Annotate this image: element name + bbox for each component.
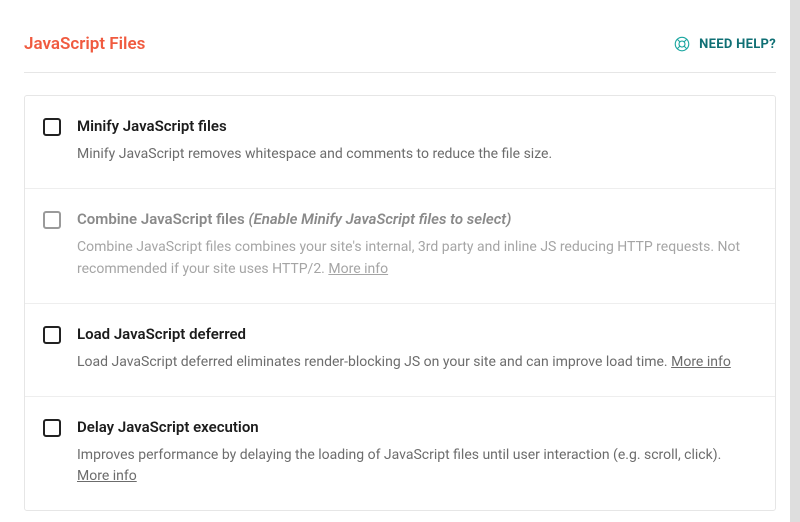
option-defer-js: Load JavaScript deferred Load JavaScript… (25, 304, 775, 397)
options-panel: Minify JavaScript files Minify JavaScrip… (24, 95, 776, 511)
section-title: JavaScript Files (24, 34, 145, 54)
option-combine-js: Combine JavaScript files (Enable Minify … (25, 189, 775, 304)
minify-js-checkbox[interactable] (43, 118, 61, 136)
delay-js-checkbox[interactable] (43, 419, 61, 437)
more-info-link[interactable]: More info (77, 468, 137, 484)
option-minify-js: Minify JavaScript files Minify JavaScrip… (25, 96, 775, 189)
need-help-button[interactable]: NEED HELP? (673, 35, 776, 53)
option-title: Load JavaScript deferred (77, 325, 246, 343)
option-title: Combine JavaScript files (77, 210, 245, 228)
need-help-label: NEED HELP? (699, 37, 776, 52)
more-info-link[interactable]: More info (671, 354, 731, 370)
option-hint: (Enable Minify JavaScript files to selec… (248, 210, 511, 228)
option-description: Combine JavaScript files combines your s… (77, 239, 740, 277)
defer-js-checkbox[interactable] (43, 326, 61, 344)
option-delay-js: Delay JavaScript execution Improves perf… (25, 397, 775, 511)
scrollbar-track[interactable] (790, 0, 800, 522)
option-description: Load JavaScript deferred eliminates rend… (77, 354, 668, 370)
combine-js-checkbox (43, 211, 61, 229)
section-header: JavaScript Files NEED HELP? (24, 34, 776, 73)
option-description: Minify JavaScript removes whitespace and… (77, 146, 552, 162)
option-description: Improves performance by delaying the loa… (77, 447, 721, 463)
lifebuoy-icon (673, 35, 691, 53)
option-title: Delay JavaScript execution (77, 418, 259, 436)
more-info-link[interactable]: More info (328, 261, 388, 277)
option-title: Minify JavaScript files (77, 117, 227, 135)
